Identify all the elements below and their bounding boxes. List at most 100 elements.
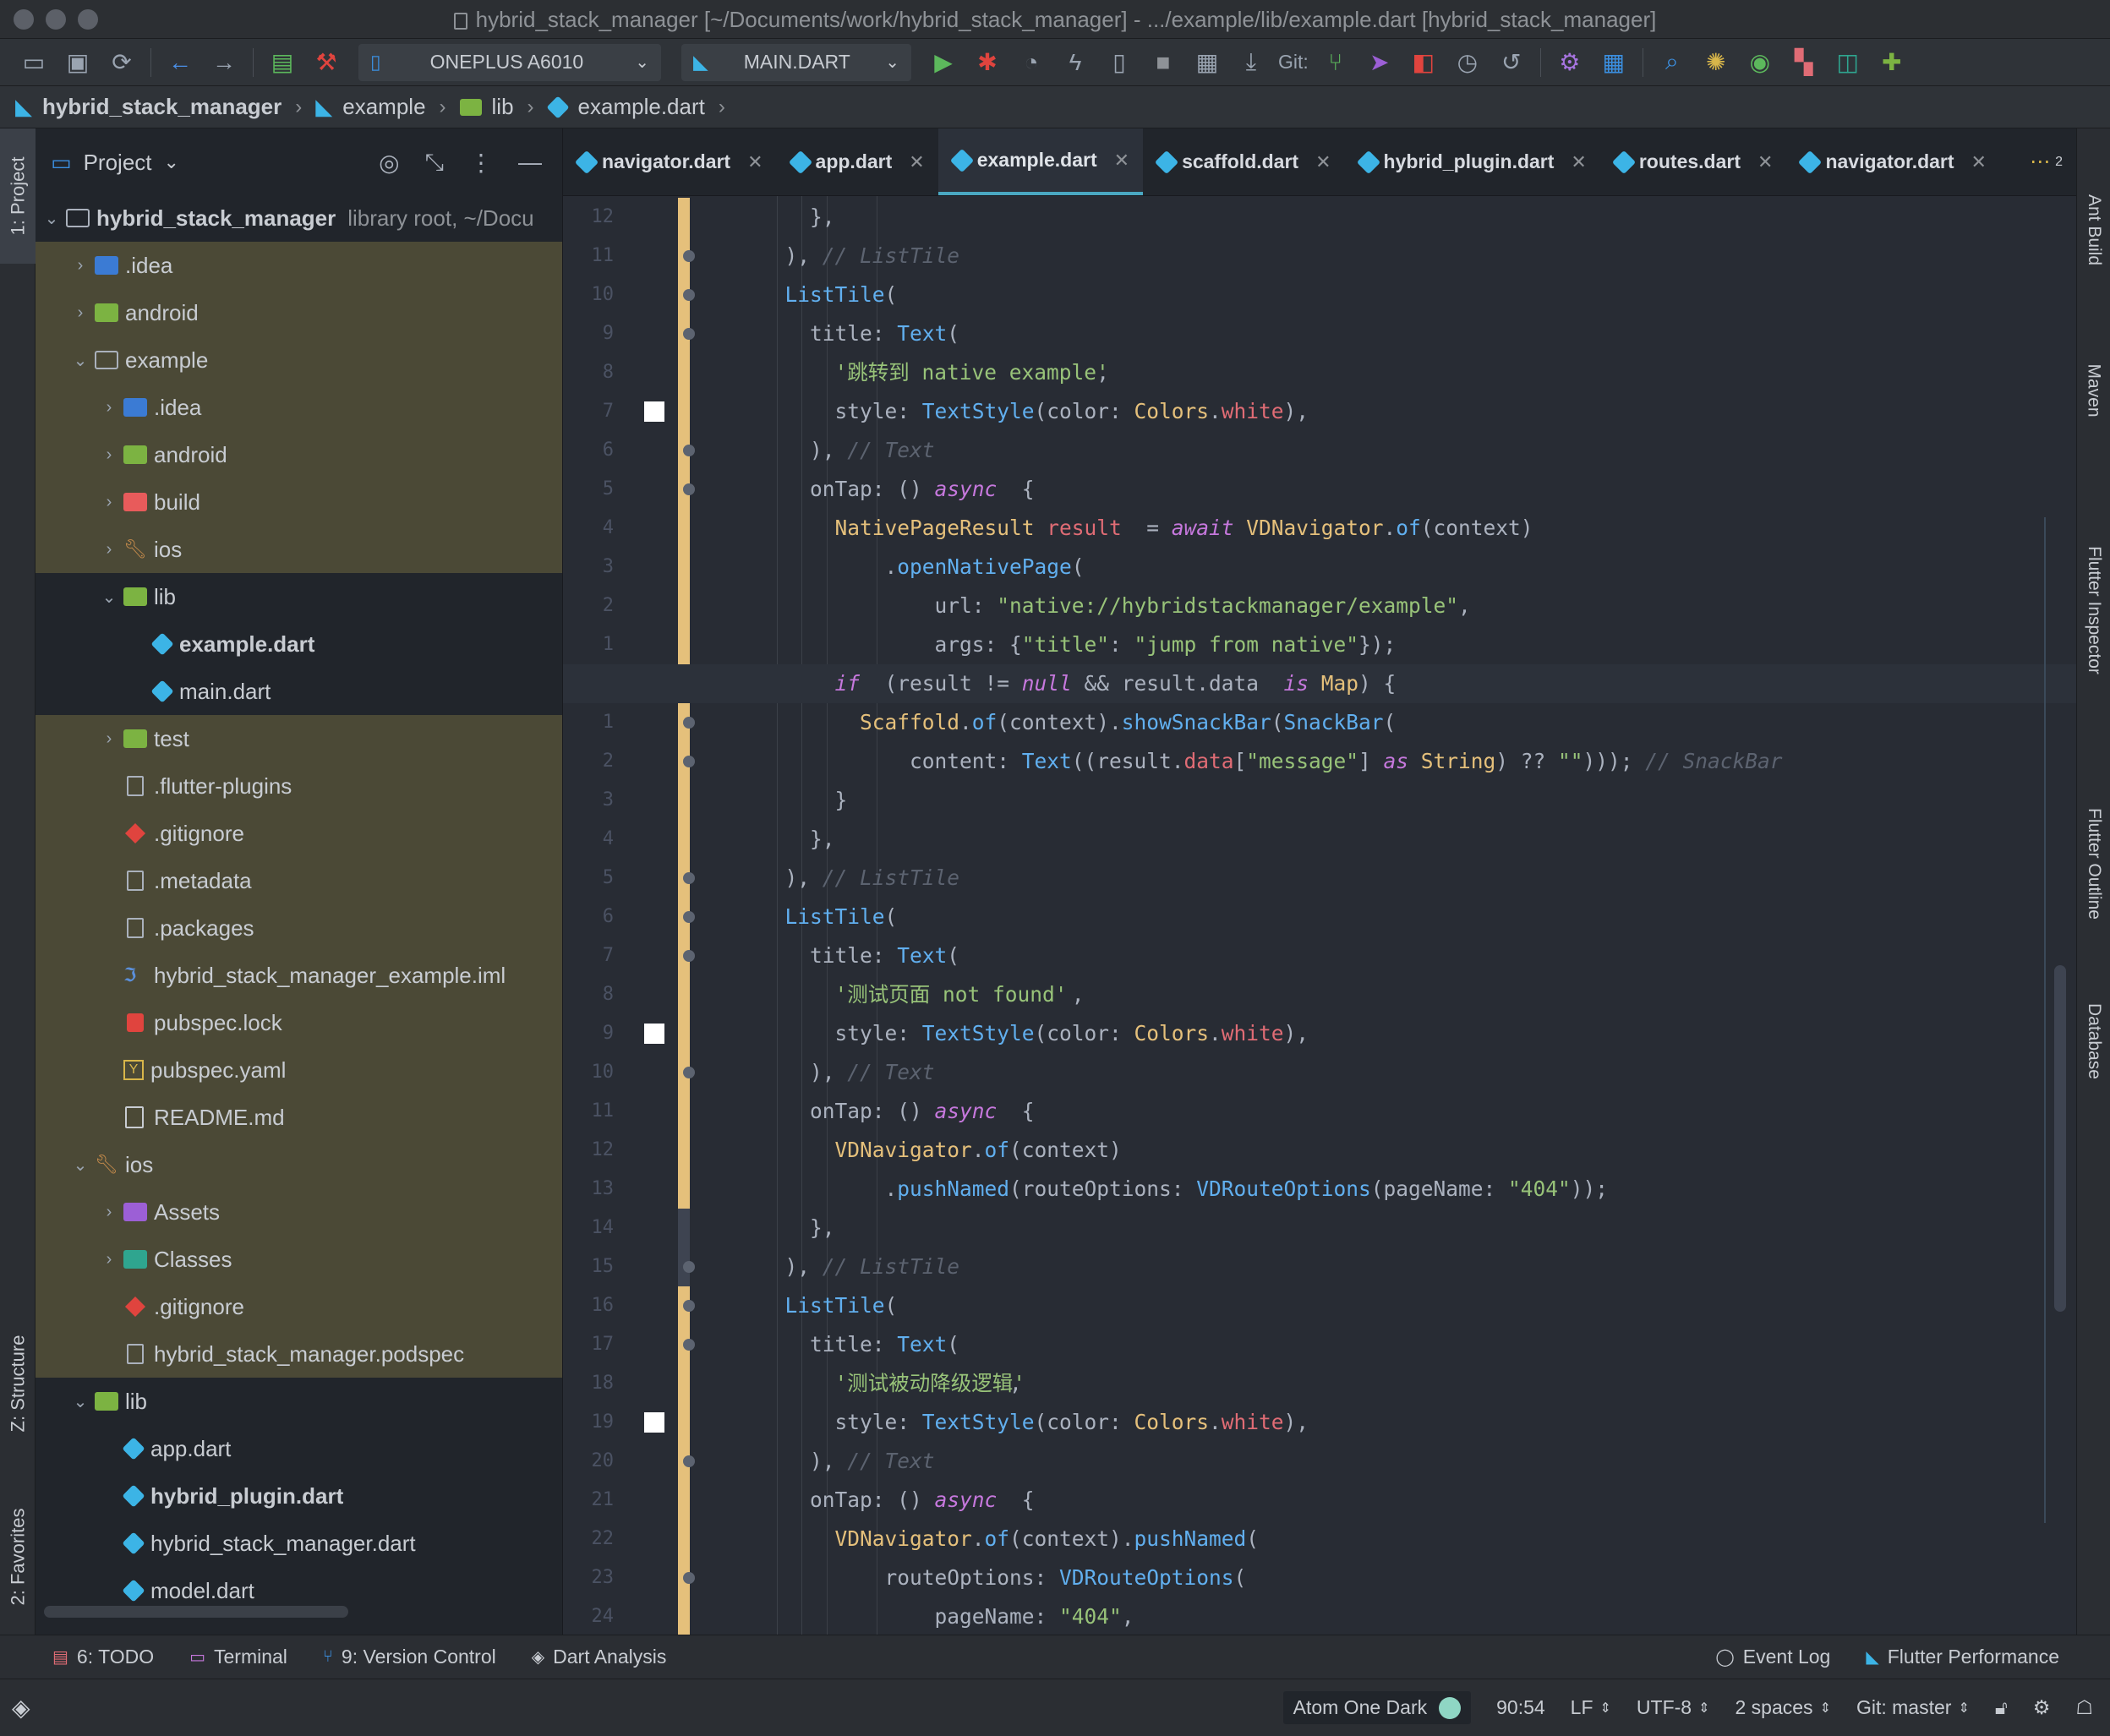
code-line[interactable]: style: TextStyle (color: Colors. white), xyxy=(563,1403,2076,1442)
tool-tab-ant-build[interactable]: Ant Build xyxy=(2077,145,2110,314)
code-line[interactable]: style: TextStyle (color: Colors. white), xyxy=(563,392,2076,431)
chevron-right-icon[interactable]: › xyxy=(100,540,118,560)
editor-vertical-scrollbar[interactable] xyxy=(2054,965,2066,1312)
chevron-right-icon[interactable]: › xyxy=(100,445,118,465)
hot-reload-icon[interactable]: ϟ xyxy=(1053,44,1097,81)
inspector-icon[interactable]: ⚙ xyxy=(2033,1696,2051,1719)
code-line[interactable]: NativePageResult result = await VDNavigato… xyxy=(563,509,2076,548)
breadcrumb-item-example[interactable]: ◣ example xyxy=(315,94,425,120)
code-line[interactable]: }, xyxy=(563,820,2076,859)
hot-restart-icon[interactable]: ▯ xyxy=(1097,44,1141,81)
tree-item[interactable]: › build xyxy=(36,478,562,526)
chevron-down-icon[interactable]: ⌄ xyxy=(164,151,179,173)
tree-item[interactable]: ⌄ 🔧︎ ios xyxy=(36,1141,562,1188)
tree-item[interactable]: main.dart xyxy=(36,668,562,715)
code-line[interactable]: '跳转到 native example', xyxy=(563,353,2076,392)
tool-tab-flutter-outline[interactable]: Flutter Outline xyxy=(2077,754,2110,974)
line-separator-selector[interactable]: LF ⇕ xyxy=(1571,1696,1611,1719)
code-editor[interactable]: 1211109876543219012345678910111213141516… xyxy=(563,196,2076,1657)
tree-item[interactable]: › .idea xyxy=(36,242,562,289)
chevron-right-icon[interactable]: › xyxy=(100,1203,118,1222)
project-structure-icon[interactable]: ▦ xyxy=(1592,44,1636,81)
build-hammer-icon[interactable]: ⚒ xyxy=(304,44,348,81)
editor-tab[interactable]: example.dart ✕ xyxy=(937,128,1144,195)
project-panel-title[interactable]: Project xyxy=(84,150,152,176)
tree-item[interactable]: ⌄ example xyxy=(36,336,562,384)
run-config-selector[interactable]: ◣ MAIN.DART ⌄ xyxy=(681,43,911,81)
editor-tab[interactable]: app.dart ✕ xyxy=(777,128,938,195)
tree-item[interactable]: example.dart xyxy=(36,620,562,668)
tree-item[interactable]: app.dart xyxy=(36,1425,562,1472)
encoding-selector[interactable]: UTF-8 ⇕ xyxy=(1637,1696,1710,1719)
tree-item[interactable]: hybrid_plugin.dart xyxy=(36,1472,562,1520)
layout-inspector-icon[interactable]: ◫ xyxy=(1826,44,1870,81)
chevron-right-icon[interactable]: › xyxy=(100,1250,118,1269)
profile-icon[interactable]: ◔ xyxy=(1009,44,1053,81)
more-tabs-button[interactable]: ⋯ 2 xyxy=(2030,128,2076,195)
attach-icon[interactable]: ▦ xyxy=(1185,44,1229,81)
code-line[interactable]: if (result != null && result.data is Map)… xyxy=(563,664,2076,703)
tree-item[interactable]: › android xyxy=(36,431,562,478)
chevron-right-icon[interactable]: › xyxy=(100,493,118,512)
open-folder-icon[interactable]: ▭ xyxy=(12,44,56,81)
tool-tab-favorites[interactable]: 2: Favorites xyxy=(0,1481,36,1633)
breadcrumb-item-project[interactable]: ◣ hybrid_stack_manager xyxy=(15,94,282,120)
tree-item[interactable]: › android xyxy=(36,289,562,336)
code-line[interactable]: Scaffold. of (context). showSnackBar(SnackB… xyxy=(563,703,2076,742)
puzzle-icon[interactable]: ✚ xyxy=(1870,44,1914,81)
tree-item[interactable]: › .idea xyxy=(36,384,562,431)
breadcrumb-item-lib[interactable]: lib xyxy=(459,94,514,120)
avd-icon[interactable]: ◉ xyxy=(1738,44,1782,81)
chevron-right-icon[interactable]: › xyxy=(71,303,90,323)
tree-item[interactable]: › test xyxy=(36,715,562,762)
code-line[interactable]: ), // Text xyxy=(563,1442,2076,1481)
code-line[interactable]: ListTile( xyxy=(563,1286,2076,1325)
close-icon[interactable]: ✕ xyxy=(747,151,763,173)
sdk-icon[interactable]: ▚ xyxy=(1782,44,1826,81)
code-line[interactable]: ListTile( xyxy=(563,898,2076,936)
tool-tab-project[interactable]: 1: Project xyxy=(0,128,36,264)
editor-tab[interactable]: scaffold.dart ✕ xyxy=(1143,128,1344,195)
code-line[interactable]: '测试页面 not found', xyxy=(563,975,2076,1014)
chevron-right-icon[interactable]: › xyxy=(100,729,118,749)
tree-item[interactable]: Ypubspec.yaml xyxy=(36,1046,562,1094)
git-branch-selector[interactable]: Git: master ⇕ xyxy=(1856,1696,1970,1719)
locate-file-icon[interactable]: ◎ xyxy=(379,149,399,177)
tool-tab-maven[interactable]: Maven xyxy=(2077,323,2110,458)
settings-gear-icon[interactable]: ⚙ xyxy=(1548,44,1592,81)
tool-button-dart-analysis[interactable]: ◈ Dart Analysis xyxy=(532,1646,667,1668)
code-line[interactable]: ), // Text xyxy=(563,431,2076,470)
code-line[interactable]: ), // ListTile xyxy=(563,1247,2076,1286)
rollback-icon[interactable]: ↺ xyxy=(1490,44,1533,81)
tree-item[interactable]: ⌄ lib xyxy=(36,573,562,620)
code-line[interactable]: } xyxy=(563,781,2076,820)
hide-panel-icon[interactable]: — xyxy=(518,149,542,177)
code-line[interactable]: ), // Text xyxy=(563,1053,2076,1092)
notifications-icon[interactable]: ☖ xyxy=(2075,1696,2093,1719)
terminal-icon[interactable]: ▤ xyxy=(260,44,304,81)
code-line[interactable]: VDNavigator. of (context) xyxy=(563,1131,2076,1170)
git-push-icon[interactable]: ➤ xyxy=(1358,44,1402,81)
tree-item[interactable]: › Classes xyxy=(36,1236,562,1283)
tree-item[interactable]: .gitignore xyxy=(36,810,562,857)
code-line[interactable]: VDNavigator. of (context). pushNamed( xyxy=(563,1520,2076,1559)
chevron-down-icon[interactable]: ⌄ xyxy=(71,1391,90,1412)
code-line[interactable]: content: Text ((result. data["message"] as… xyxy=(563,742,2076,781)
editor-tab[interactable]: routes.dart ✕ xyxy=(1600,128,1787,195)
code-line[interactable]: onTap: () async { xyxy=(563,1481,2076,1520)
close-icon[interactable]: ✕ xyxy=(1114,150,1129,172)
theme-indicator[interactable]: Atom One Dark xyxy=(1282,1691,1472,1724)
tree-item[interactable]: .packages xyxy=(36,904,562,952)
tool-tab-structure[interactable]: Z: Structure xyxy=(0,1312,36,1455)
sync-icon[interactable]: ⟳ xyxy=(100,44,144,81)
code-line[interactable]: title: Text( xyxy=(563,1325,2076,1364)
tree-item[interactable]: ⌄ lib xyxy=(36,1378,562,1425)
code-line[interactable]: routeOptions: VDRouteOptions( xyxy=(563,1559,2076,1597)
project-horizontal-scrollbar[interactable] xyxy=(44,1606,348,1618)
tree-item[interactable]: › 🔧︎ ios xyxy=(36,526,562,573)
code-line[interactable]: }, xyxy=(563,1209,2076,1247)
tool-button-version-control[interactable]: ⑂ 9: Version Control xyxy=(323,1646,496,1668)
plugin-icon[interactable]: ✺ xyxy=(1694,44,1738,81)
chevron-down-icon[interactable]: ⌄ xyxy=(42,208,61,229)
tool-button-todo[interactable]: ▤ 6: TODO xyxy=(52,1646,154,1668)
